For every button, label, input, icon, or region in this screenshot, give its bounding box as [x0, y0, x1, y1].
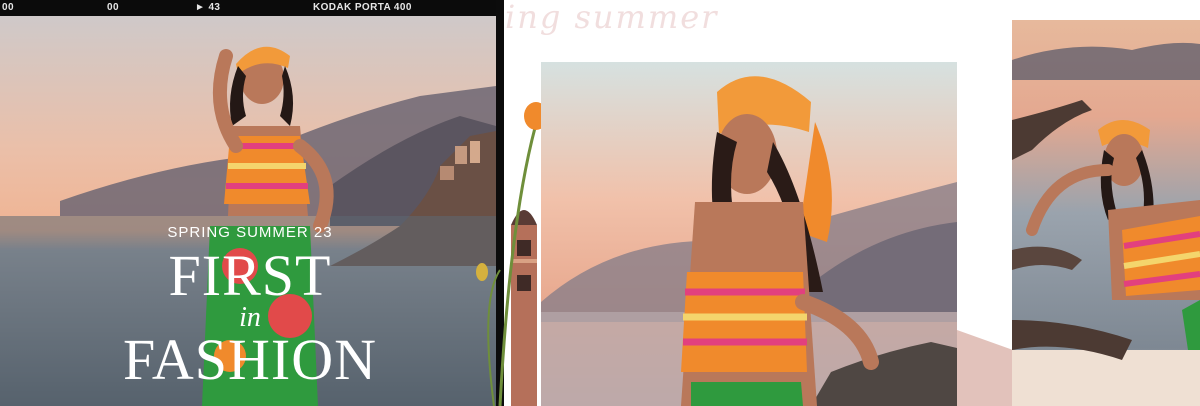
frame-number-arrow: ► 43 — [195, 2, 221, 13]
headline-first: FIRST — [168, 243, 332, 308]
film-name: KODAK PORTA 400 — [313, 2, 412, 13]
film-frame-panel: 00 00 ► 43 KODAK PORTA 400 SPRING SUMMER… — [0, 0, 504, 406]
banner-headline-group: SPRING SUMMER 23 FIRST in FASHION — [120, 224, 380, 389]
torn-paper-accent — [957, 330, 1013, 406]
frame-number-left: 00 — [2, 2, 14, 13]
coastal-scene-2 — [541, 62, 957, 406]
model-photo-1: SPRING SUMMER 23 FIRST in FASHION — [0, 16, 496, 406]
coastal-scene-3 — [1012, 20, 1200, 406]
model-photo-2 — [541, 62, 957, 406]
script-title: ing summer — [505, 0, 719, 36]
frame-number-mid: 00 — [107, 2, 119, 13]
headline-fashion: FASHION — [122, 327, 378, 392]
film-strip: 00 00 ► 43 KODAK PORTA 400 — [0, 0, 504, 16]
model-photo-3 — [1012, 20, 1200, 406]
season-label: SPRING SUMMER 23 — [167, 224, 333, 241]
